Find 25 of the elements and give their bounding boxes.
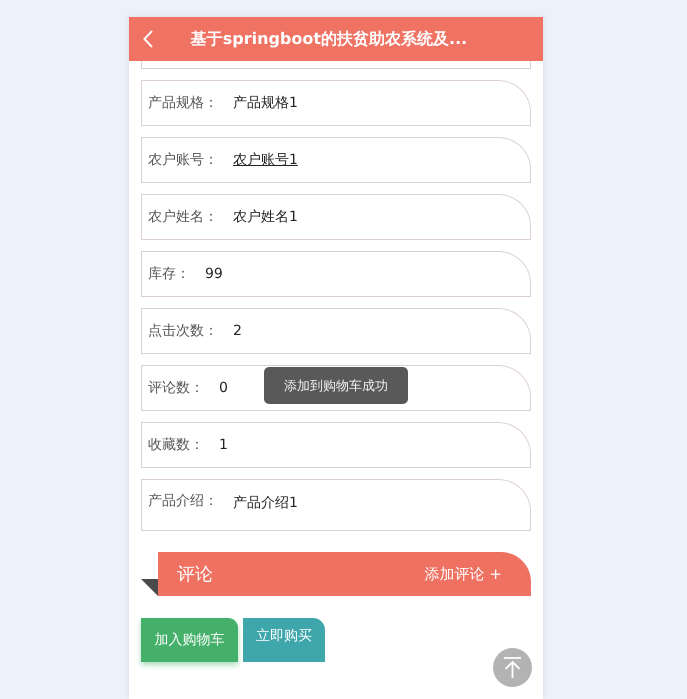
field-value: 1 — [219, 437, 228, 453]
page-title: 基于springboot的扶贫助农系统及... — [190, 28, 468, 50]
field-label: 产品规格： — [148, 94, 218, 112]
comments-title: 评论 — [177, 563, 213, 586]
field-label: 点击次数： — [148, 322, 218, 340]
field-value: 0 — [219, 380, 228, 396]
buy-now-button[interactable]: 立即购买 — [243, 618, 325, 662]
field-value: 产品介绍1 — [233, 494, 298, 512]
account-link[interactable]: 农户账号1 — [233, 151, 298, 169]
field-label: 农户账号： — [148, 151, 218, 169]
add-comment-button[interactable]: 添加评论 + — [424, 564, 502, 584]
field-value: 2 — [233, 323, 242, 339]
field-value: 99 — [205, 266, 223, 282]
toast-message: 添加到购物车成功 — [264, 367, 408, 404]
field-label: 产品介绍： — [148, 492, 218, 510]
field-value: 产品规格1 — [233, 94, 298, 112]
field-value: 农户姓名1 — [233, 208, 298, 226]
field-label: 农户姓名： — [148, 208, 218, 226]
field-label: 收藏数： — [148, 436, 204, 454]
back-icon[interactable] — [143, 30, 153, 48]
field-label: 库存： — [148, 265, 190, 283]
field-label: 评论数： — [148, 379, 204, 397]
back-to-top-icon[interactable] — [493, 648, 532, 687]
ribbon-fold-icon — [141, 579, 158, 596]
add-to-cart-button[interactable]: 加入购物车 — [141, 618, 238, 662]
